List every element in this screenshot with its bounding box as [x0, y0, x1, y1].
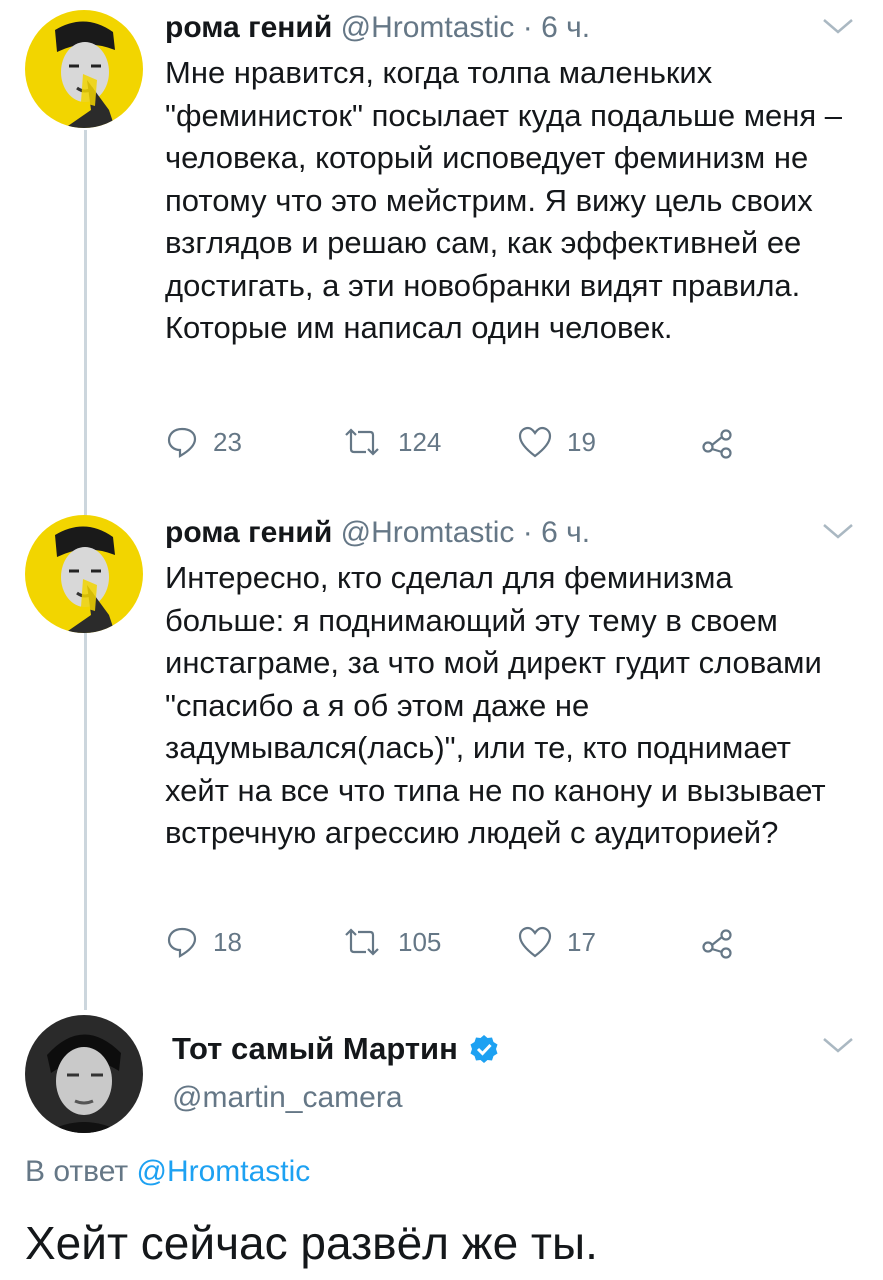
- reply-button[interactable]: 23: [165, 422, 242, 462]
- author-handle[interactable]: @martin_camera: [172, 1081, 403, 1115]
- avatar[interactable]: [25, 515, 143, 633]
- tweet-header: рома гений @Hromtastic · 6 ч.: [165, 513, 590, 553]
- like-button[interactable]: 19: [517, 422, 596, 462]
- main-tweet[interactable]: Тот самый Мартин @martin_camera В ответ …: [0, 1005, 883, 1280]
- share-icon: [702, 429, 732, 459]
- avatar[interactable]: [25, 10, 143, 128]
- separator: ·: [522, 516, 533, 549]
- retweet-icon: [345, 428, 379, 456]
- reply-count: 18: [213, 926, 242, 957]
- reply-button[interactable]: 18: [165, 922, 242, 962]
- author-name-row: Тот самый Мартин: [172, 1031, 500, 1067]
- heart-icon: [518, 426, 552, 458]
- tweet-actions: 18 105 17: [165, 922, 765, 962]
- reply-prefix: В ответ: [25, 1155, 129, 1188]
- chevron-down-icon[interactable]: [820, 14, 856, 38]
- reply-icon: [167, 927, 197, 958]
- tweet-text: Мне нравится, когда толпа маленьких "фем…: [165, 55, 843, 345]
- author-name[interactable]: рома гений: [165, 516, 332, 549]
- tweet[interactable]: рома гений @Hromtastic · 6 ч. Интересно,…: [0, 505, 883, 1005]
- share-icon: [702, 929, 732, 959]
- tweet-actions: 23 124 19: [165, 422, 765, 462]
- timestamp[interactable]: 6 ч.: [541, 516, 590, 549]
- author-name[interactable]: Тот самый Мартин: [172, 1031, 458, 1067]
- retweet-count: 124: [398, 426, 442, 457]
- share-button[interactable]: [700, 922, 734, 962]
- chevron-down-icon[interactable]: [820, 1033, 856, 1057]
- reply-count: 23: [213, 426, 242, 457]
- retweet-icon: [345, 928, 379, 956]
- author-name[interactable]: рома гений: [165, 11, 332, 44]
- share-button[interactable]: [700, 422, 734, 462]
- tweet[interactable]: рома гений @Hromtastic · 6 ч. Мне нравит…: [0, 0, 883, 505]
- timestamp[interactable]: 6 ч.: [541, 11, 590, 44]
- retweet-count: 105: [398, 926, 442, 957]
- tweet-header: рома гений @Hromtastic · 6 ч.: [165, 8, 590, 48]
- tweet-text: Интересно, кто сделал для феминизма боль…: [165, 560, 826, 850]
- avatar[interactable]: [25, 1015, 143, 1133]
- reply-icon: [167, 427, 197, 458]
- like-count: 17: [567, 926, 596, 957]
- retweet-button[interactable]: 105: [340, 922, 441, 962]
- verified-badge-icon: [470, 1035, 498, 1063]
- like-button[interactable]: 17: [517, 922, 596, 962]
- author-handle[interactable]: @Hromtastic: [341, 11, 515, 44]
- tweet-text: Хейт сейчас развёл же ты.: [25, 1217, 598, 1269]
- retweet-button[interactable]: 124: [340, 422, 441, 462]
- like-count: 19: [567, 426, 596, 457]
- chevron-down-icon[interactable]: [820, 519, 856, 543]
- reply-context: В ответ @Hromtastic: [25, 1155, 310, 1189]
- heart-icon: [518, 926, 552, 958]
- reply-mention-link[interactable]: @Hromtastic: [136, 1155, 310, 1188]
- author-handle[interactable]: @Hromtastic: [341, 516, 515, 549]
- separator: ·: [522, 11, 533, 44]
